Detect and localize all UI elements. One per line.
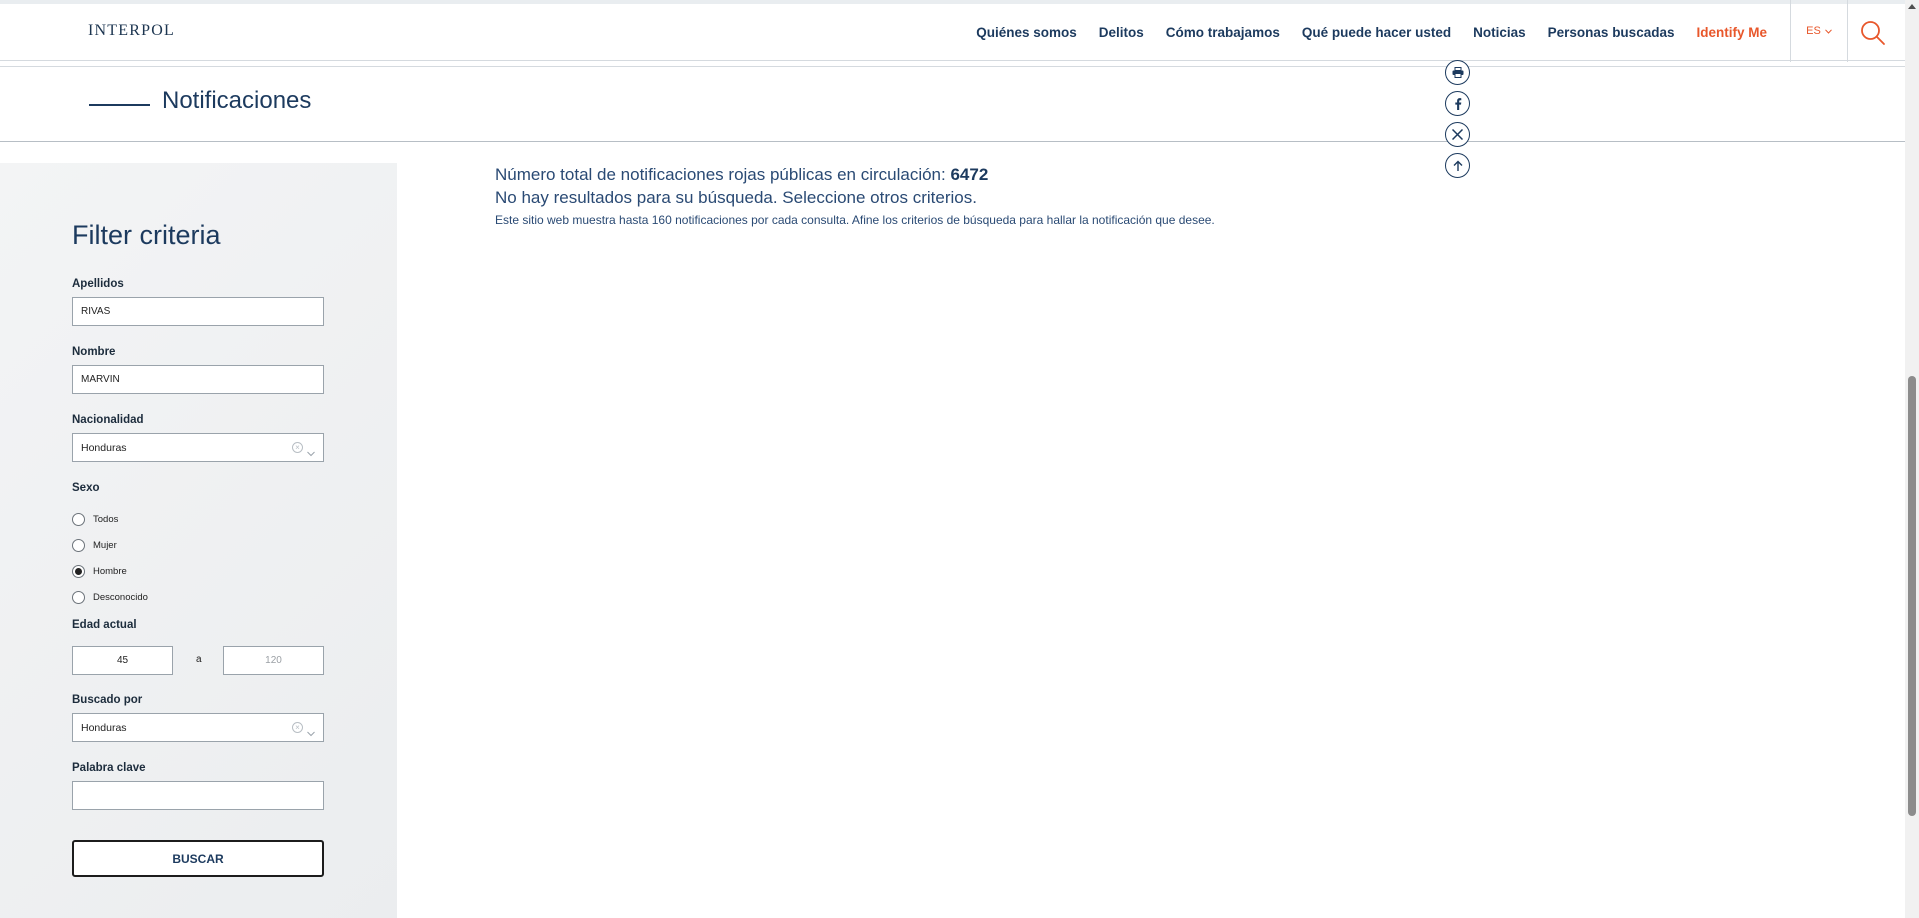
nationality-value: Honduras — [81, 441, 127, 454]
total-notices-count: 6472 — [950, 165, 989, 184]
search-icon[interactable] — [1858, 18, 1888, 48]
radio-todos[interactable] — [72, 513, 85, 526]
sex-option-todos[interactable]: Todos — [72, 513, 118, 526]
radio-label-mujer: Mujer — [93, 540, 117, 551]
scroll-up-icon[interactable] — [1908, 4, 1916, 9]
age-label: Edad actual — [72, 619, 137, 631]
keyword-label: Palabra clave — [72, 762, 146, 774]
nav-quienes-somos[interactable]: Quiénes somos — [976, 25, 1077, 40]
age-separator: a — [196, 654, 202, 665]
age-to-input[interactable] — [223, 646, 324, 675]
total-notices-text: Número total de notificaciones rojas púb… — [495, 165, 946, 184]
radio-label-desconocido: Desconocido — [93, 592, 148, 603]
sex-option-mujer[interactable]: Mujer — [72, 539, 117, 552]
scrollbar-thumb[interactable] — [1908, 376, 1916, 816]
nationality-select[interactable]: Honduras × — [72, 433, 324, 462]
total-notices-line: Número total de notificaciones rojas púb… — [495, 165, 1215, 185]
search-button[interactable]: BUSCAR — [72, 840, 324, 877]
forename-label: Nombre — [72, 346, 116, 358]
nav-delitos[interactable]: Delitos — [1099, 25, 1144, 40]
wanted-by-label: Buscado por — [72, 694, 143, 706]
forename-input[interactable] — [72, 365, 324, 394]
page-title-band: Notificaciones — [0, 66, 1905, 142]
chevron-down-icon — [307, 724, 315, 736]
site-header: INTERPOL Quiénes somos Delitos Cómo trab… — [0, 0, 1905, 62]
wanted-by-value: Honduras — [81, 721, 127, 734]
surname-input[interactable] — [72, 297, 324, 326]
back-to-top-icon[interactable] — [1445, 153, 1470, 178]
chevron-down-icon — [1824, 27, 1832, 36]
page-scrollbar[interactable] — [1905, 0, 1919, 918]
sex-option-hombre[interactable]: Hombre — [72, 565, 127, 578]
radio-hombre[interactable] — [72, 565, 85, 578]
sex-option-desconocido[interactable]: Desconocido — [72, 591, 148, 604]
sex-label: Sexo — [72, 482, 100, 494]
wanted-by-select[interactable]: Honduras × — [72, 713, 324, 742]
filter-title: Filter criteria — [72, 220, 221, 250]
filter-sidebar: Filter criteria Apellidos Nombre Naciona… — [0, 163, 397, 918]
radio-mujer[interactable] — [72, 539, 85, 552]
x-icon[interactable] — [1445, 122, 1470, 147]
age-from-input[interactable] — [72, 646, 173, 675]
nav-noticias[interactable]: Noticias — [1473, 25, 1526, 40]
results-area: Número total de notificaciones rojas púb… — [495, 165, 1215, 227]
title-divider — [89, 104, 150, 106]
language-selector[interactable]: ES — [1790, 0, 1848, 62]
radio-desconocido[interactable] — [72, 591, 85, 604]
results-limit-note: Este sitio web muestra hasta 160 notific… — [495, 213, 1215, 227]
main-nav: Quiénes somos Delitos Cómo trabajamos Qu… — [954, 4, 1767, 61]
language-code: ES — [1806, 25, 1821, 37]
chevron-down-icon — [307, 444, 315, 456]
keyword-input[interactable] — [72, 781, 324, 810]
nationality-label: Nacionalidad — [72, 414, 144, 426]
nav-que-puede-hacer-usted[interactable]: Qué puede hacer usted — [1302, 25, 1451, 40]
facebook-icon[interactable] — [1445, 91, 1470, 116]
clear-icon[interactable]: × — [292, 442, 303, 453]
nav-como-trabajamos[interactable]: Cómo trabajamos — [1166, 25, 1280, 40]
interpol-logo[interactable]: INTERPOL — [88, 22, 175, 40]
radio-label-todos: Todos — [93, 514, 119, 525]
no-results-message: No hay resultados para su búsqueda. Sele… — [495, 188, 977, 207]
clear-icon[interactable]: × — [292, 722, 303, 733]
nav-identify-me[interactable]: Identify Me — [1696, 25, 1767, 40]
radio-label-hombre: Hombre — [93, 566, 127, 577]
nav-personas-buscadas[interactable]: Personas buscadas — [1548, 25, 1675, 40]
surname-label: Apellidos — [72, 278, 124, 290]
print-icon[interactable] — [1445, 60, 1470, 85]
page-title: Notificaciones — [162, 87, 312, 114]
